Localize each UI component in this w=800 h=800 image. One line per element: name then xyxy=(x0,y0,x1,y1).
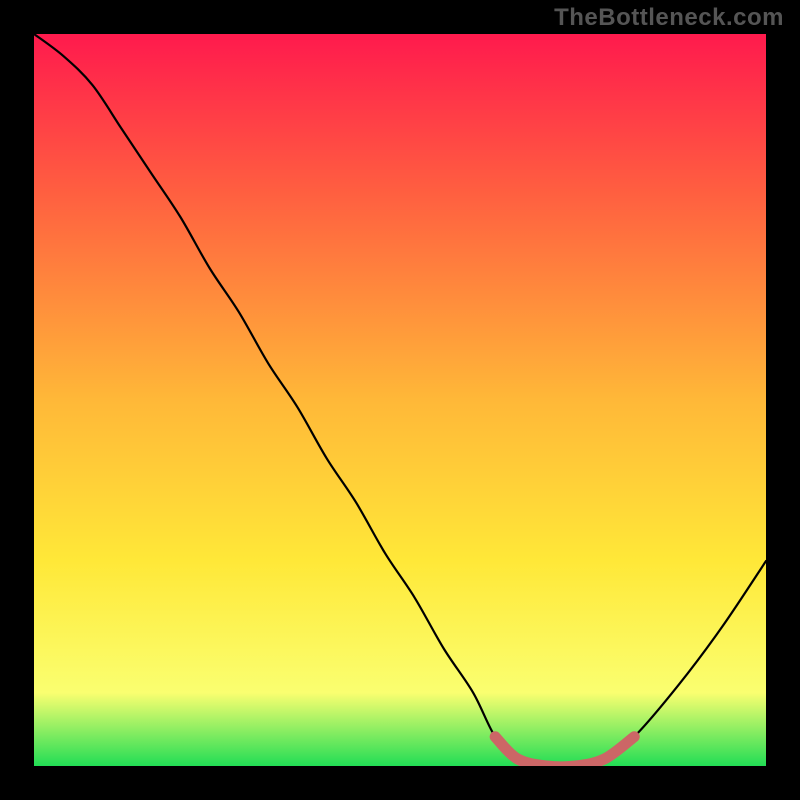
plot-area xyxy=(34,34,766,766)
chart-frame: TheBottleneck.com xyxy=(0,0,800,800)
highlight-segment xyxy=(34,34,766,766)
watermark-text: TheBottleneck.com xyxy=(554,4,784,32)
